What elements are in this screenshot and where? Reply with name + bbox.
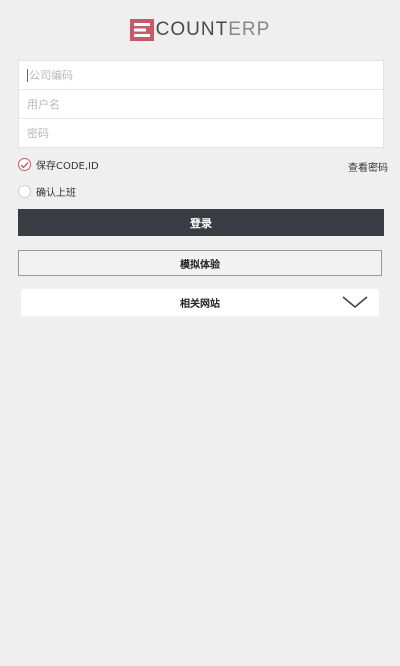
chevron-down-icon[interactable] (341, 294, 369, 310)
checkmark-icon (20, 161, 29, 169)
related-sites-dropdown[interactable]: 相关网站 (21, 289, 379, 316)
username-input[interactable] (27, 90, 383, 118)
password-field[interactable] (19, 119, 383, 147)
app-logo: COUNTERP (0, 19, 400, 41)
text-caret (27, 68, 28, 82)
save-code-checkbox[interactable] (18, 158, 31, 171)
username-field[interactable] (19, 90, 383, 119)
logo-text: COUNTERP (156, 19, 271, 41)
demo-button[interactable]: 模拟体验 (18, 250, 382, 276)
confirm-work-label: 确认上班 (36, 188, 76, 199)
save-code-option[interactable]: 保存CODE,ID (18, 157, 99, 172)
ecount-logo-mark (129, 19, 154, 41)
logo-text-suffix: ERP (228, 19, 271, 40)
login-button[interactable]: 登录 (18, 209, 384, 236)
company-code-field[interactable] (19, 61, 383, 90)
confirm-work-radio[interactable] (18, 185, 31, 198)
confirm-work-option[interactable]: 确认上班 (18, 184, 76, 199)
password-input[interactable] (27, 119, 383, 147)
logo-text-main: COUNT (155, 19, 229, 40)
company-code-input[interactable] (29, 61, 383, 89)
save-code-label: 保存CODE,ID (36, 161, 99, 172)
related-sites-label: 相关网站 (180, 299, 220, 310)
login-form (18, 60, 384, 148)
find-password-link[interactable]: 查看密码 (348, 159, 388, 174)
